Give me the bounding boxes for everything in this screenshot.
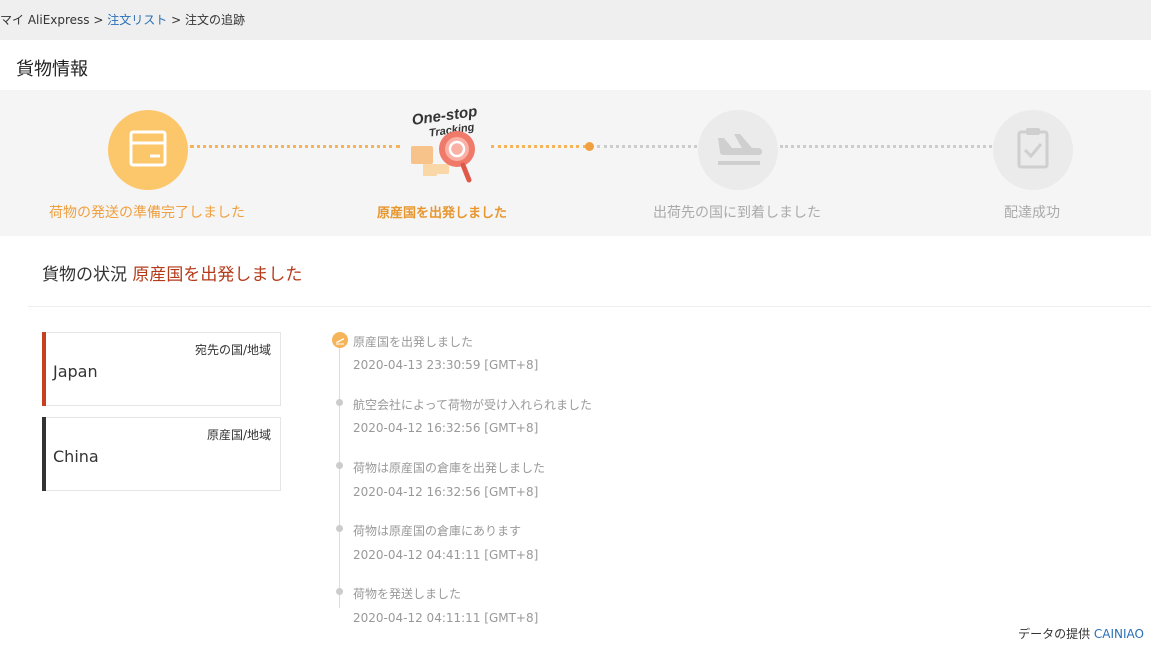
event-text: 荷物は原産国の倉庫を出発しました	[353, 461, 546, 475]
event-time: 2020-04-12 04:11:11 [GMT+8]	[353, 611, 539, 625]
event-time: 2020-04-12 16:32:56 [GMT+8]	[353, 485, 539, 499]
origin-label: 原産国/地域	[206, 428, 271, 442]
event-text: 荷物は原産国の倉庫にあります	[353, 524, 522, 538]
event-time: 2020-04-13 23:30:59 [GMT+8]	[353, 358, 539, 372]
breadcrumb-home[interactable]: マイ AliExpress	[0, 13, 90, 27]
step-label-prepared: 荷物の発送の準備完了しました	[49, 205, 245, 221]
data-provider-credit: データの提供 CAINIAO	[1018, 625, 1144, 642]
timeline-line	[339, 346, 340, 608]
box-icon	[129, 130, 167, 167]
destination-accent-bar	[42, 332, 46, 406]
event-text: 荷物を発送しました	[353, 587, 462, 601]
progress-line-done	[491, 145, 586, 148]
breadcrumb-separator: >	[167, 13, 185, 27]
origin-value: China	[53, 447, 99, 466]
breadcrumb: マイ AliExpress > 注文リスト > 注文の追跡	[0, 0, 1151, 40]
shipment-status: 貨物の状況 原産国を出発しました	[42, 260, 302, 285]
event-text: 原産国を出発しました	[353, 335, 474, 349]
credit-brand-link[interactable]: CAINIAO	[1094, 627, 1144, 641]
airplane-takeoff-icon	[336, 338, 344, 345]
step-label-delivered: 配達成功	[1004, 205, 1060, 221]
step-label-arrived: 出荷先の国に到着しました	[653, 205, 821, 221]
destination-card: 宛先の国/地域 Japan	[42, 332, 281, 406]
step-arrived-destination	[698, 110, 778, 190]
step-label-departed: 原産国を出発しました	[376, 206, 508, 221]
shipment-status-value: 原産国を出発しました	[132, 265, 303, 285]
tracking-progress: One-stop Tracking 荷物の発送の準備完了しました 原産国を出発し…	[0, 90, 1151, 236]
timeline-dot	[336, 588, 343, 595]
progress-line-pending	[780, 145, 992, 148]
timeline-current-marker	[332, 332, 348, 348]
destination-label: 宛先の国/地域	[194, 343, 271, 357]
origin-accent-bar	[42, 417, 46, 491]
timeline-dot	[336, 462, 343, 469]
breadcrumb-current: 注文の追跡	[184, 13, 245, 27]
page-title: 貨物情報	[16, 59, 88, 80]
timeline-dot	[336, 399, 343, 406]
one-stop-tracking-icon: One-stop Tracking	[411, 103, 478, 183]
origin-card: 原産国/地域 China	[42, 417, 281, 491]
breadcrumb-separator: >	[89, 13, 108, 27]
progress-line-done	[190, 145, 400, 148]
shipment-status-label: 貨物の状況	[42, 265, 127, 285]
event-text: 航空会社によって荷物が受け入れられました	[353, 398, 593, 412]
destination-value: Japan	[53, 362, 98, 381]
timeline-dot	[336, 525, 343, 532]
airplane-landing-icon	[718, 134, 762, 165]
breadcrumb-order-list[interactable]: 注文リスト	[107, 13, 167, 27]
event-time: 2020-04-12 04:41:11 [GMT+8]	[353, 548, 539, 562]
progress-line-pending	[597, 145, 697, 148]
divider	[28, 306, 1151, 307]
credit-label: データの提供	[1018, 627, 1091, 641]
step-prepared	[108, 110, 188, 190]
progress-marker	[585, 142, 594, 151]
clipboard-check-icon	[1017, 128, 1049, 169]
step-delivered	[993, 110, 1073, 190]
event-time: 2020-04-12 16:32:56 [GMT+8]	[353, 421, 539, 435]
